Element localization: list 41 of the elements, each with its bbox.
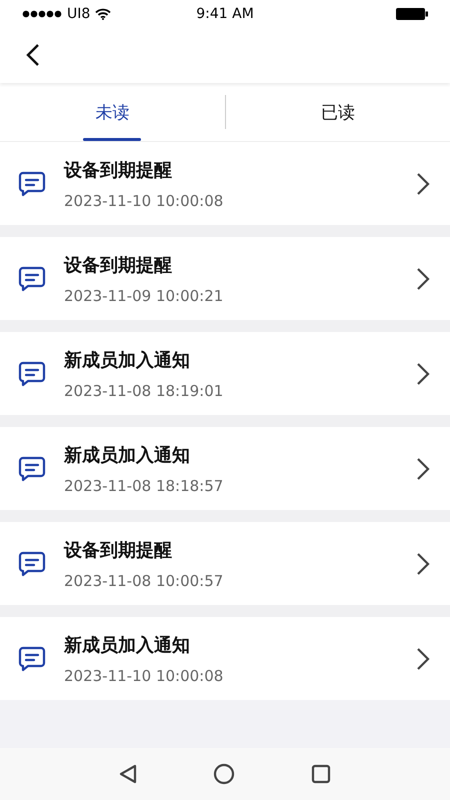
message-title: 设备到期提醒	[64, 538, 173, 562]
message-item[interactable]: 新成员加入通知 2023-11-08 18:18:57	[0, 427, 450, 510]
signal-icon	[22, 10, 62, 18]
tab[interactable]: 已读	[226, 83, 450, 141]
chevron-right-icon	[416, 552, 430, 576]
clock-time: 9:41 AM	[196, 6, 254, 22]
message-title: 新成员加入通知	[64, 348, 191, 372]
chevron-right-icon	[416, 266, 430, 290]
message-item[interactable]: 设备到期提醒 2023-11-09 10:00:21	[0, 237, 450, 320]
square-icon[interactable]	[311, 764, 331, 784]
message-title: 设备到期提醒	[64, 254, 173, 276]
message-time: 2023-11-10 10:00:08	[64, 666, 224, 684]
message-icon	[18, 550, 46, 578]
message-icon	[18, 454, 46, 482]
message-time: 2023-11-08 10:00:57	[64, 572, 224, 590]
wifi-icon	[95, 8, 112, 20]
message-time: 2023-11-08 18:18:57	[64, 476, 224, 494]
back-icon[interactable]	[26, 43, 40, 67]
message-icon	[18, 644, 46, 672]
message-time: 2023-11-08 18:19:01	[64, 382, 224, 400]
back-triangle-icon[interactable]	[119, 764, 137, 784]
tab[interactable]: 未读	[0, 83, 224, 141]
chevron-right-icon	[416, 646, 430, 670]
message-title: 新成员加入通知	[64, 634, 191, 656]
home-circle-icon[interactable]	[213, 763, 235, 785]
message-time: 2023-11-10 10:00:08	[64, 192, 224, 210]
message-item[interactable]: 设备到期提醒 2023-11-08 10:00:57	[0, 522, 450, 605]
chevron-right-icon	[416, 362, 430, 386]
message-icon	[18, 360, 46, 388]
message-item[interactable]: 新成员加入通知 2023-11-10 10:00:08	[0, 617, 450, 700]
message-time: 2023-11-09 10:00:21	[64, 286, 224, 304]
message-title: 设备到期提醒	[64, 158, 173, 182]
message-item[interactable]: 设备到期提醒 2023-11-10 10:00:08	[0, 142, 450, 225]
chevron-right-icon	[416, 456, 430, 480]
carrier-name: UI8	[67, 6, 90, 22]
battery-icon	[396, 8, 428, 20]
message-item[interactable]: 新成员加入通知 2023-11-08 18:19:01	[0, 332, 450, 415]
message-title: 新成员加入通知	[64, 444, 191, 466]
message-icon	[18, 264, 46, 292]
message-icon	[18, 170, 46, 198]
chevron-right-icon	[416, 172, 430, 196]
